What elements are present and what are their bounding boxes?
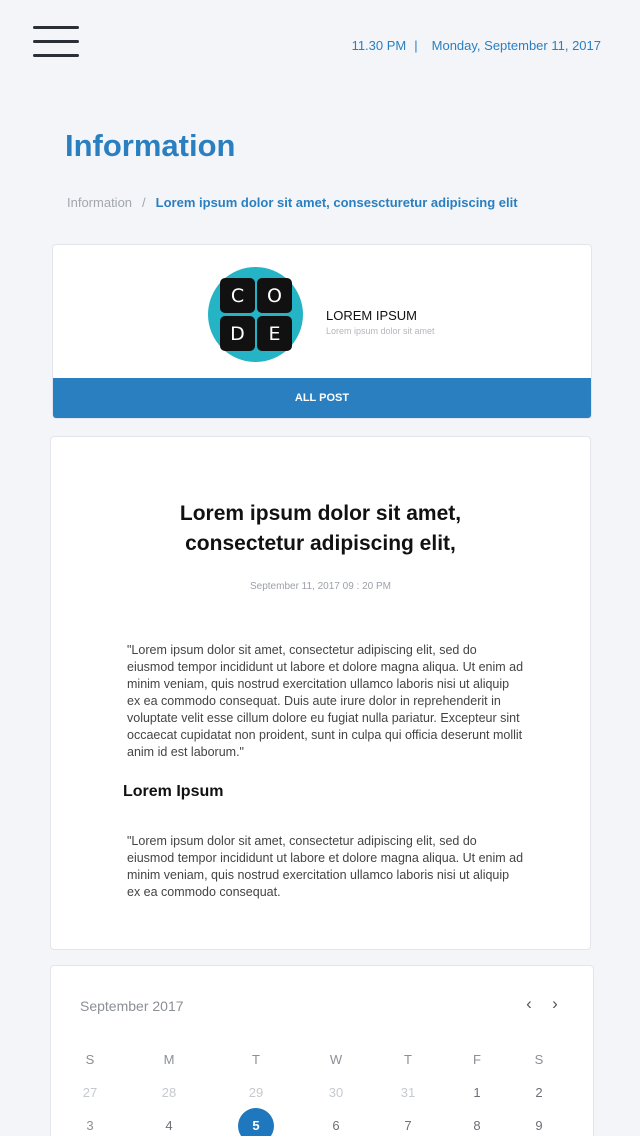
calendar-day[interactable]: 8 — [457, 1118, 497, 1133]
profile-subtitle: Lorem ipsum dolor sit amet — [326, 326, 435, 336]
weekday-label: W — [329, 1052, 343, 1067]
article-date: September 11, 2017 09 : 20 PM — [249, 581, 391, 592]
calendar-day[interactable]: 1 — [457, 1085, 497, 1100]
calendar-week-row: 3 4 5 6 7 8 9 — [51, 1108, 593, 1136]
breadcrumb-root-link[interactable]: Information — [67, 195, 132, 210]
calendar-day[interactable]: 29 — [236, 1085, 276, 1100]
weekday-label: T — [252, 1052, 260, 1067]
hamburger-icon-bar — [33, 26, 79, 29]
calendar-day[interactable]: 28 — [149, 1085, 189, 1100]
calendar-day[interactable]: 27 — [70, 1085, 110, 1100]
breadcrumb: Information / Lorem ipsum dolor sit amet… — [67, 195, 518, 210]
header-date: Monday, September 11, 2017 — [431, 38, 601, 53]
profile-name: LOREM IPSUM — [326, 308, 418, 323]
header-datetime: 11.30 PM | Monday, September 11, 2017 — [352, 38, 601, 53]
profile-card: C O D E LOREM IPSUM Lorem ipsum dolor si… — [52, 244, 592, 419]
all-post-button[interactable]: ALL POST — [53, 378, 591, 418]
calendar-day[interactable]: 2 — [519, 1085, 559, 1100]
article-subheading: Lorem Ipsum — [123, 783, 224, 800]
article-paragraph: "Lorem ipsum dolor sit amet, consectetur… — [127, 834, 524, 899]
menu-button[interactable] — [33, 25, 79, 59]
calendar-day[interactable]: 6 — [316, 1118, 356, 1133]
article-paragraph: "Lorem ipsum dolor sit amet, consectetur… — [127, 643, 524, 759]
calendar-day[interactable]: 9 — [519, 1118, 559, 1133]
article-title-line: consectetur adipiscing elit, — [185, 532, 456, 555]
header-separator: | — [414, 38, 418, 53]
calendar-day[interactable]: 31 — [388, 1085, 428, 1100]
calendar-day[interactable]: 4 — [149, 1118, 189, 1133]
calendar-day[interactable]: 30 — [316, 1085, 356, 1100]
calendar-month-label: September 2017 — [80, 998, 184, 1014]
breadcrumb-current: Lorem ipsum dolor sit amet, consescturet… — [155, 195, 518, 210]
logo-letter: E — [257, 316, 292, 351]
chevron-right-icon[interactable]: › — [546, 994, 564, 1014]
logo-letter: C — [220, 278, 255, 313]
hamburger-icon-bar — [33, 40, 79, 43]
weekday-label: S — [85, 1052, 95, 1067]
chevron-left-icon[interactable]: ‹ — [520, 994, 538, 1014]
article-title: Lorem ipsum dolor sit amet, consectetur … — [51, 499, 590, 559]
code-logo: C O D E — [208, 267, 303, 362]
calendar-day-selected[interactable]: 5 — [238, 1108, 274, 1136]
article-title-line: Lorem ipsum dolor sit amet, — [179, 502, 462, 525]
weekday-label: T — [404, 1052, 412, 1067]
calendar-widget: September 2017 ‹ › S M T W T F S 27 28 2… — [50, 965, 594, 1136]
breadcrumb-separator: / — [142, 195, 146, 210]
weekday-label: M — [163, 1052, 175, 1067]
calendar-week-row: 27 28 29 30 31 1 2 — [51, 1085, 593, 1105]
article-card: Lorem ipsum dolor sit amet, consectetur … — [50, 436, 591, 950]
hamburger-icon-bar — [33, 54, 79, 57]
page-title: Information — [65, 128, 236, 163]
logo-letter: D — [220, 316, 255, 351]
weekday-label: F — [473, 1052, 481, 1067]
calendar-day[interactable]: 3 — [70, 1118, 110, 1133]
calendar-day[interactable]: 7 — [388, 1118, 428, 1133]
weekday-label: S — [534, 1052, 544, 1067]
header-time: 11.30 PM — [351, 38, 407, 53]
calendar-weekday-row: S M T W T F S — [51, 1052, 593, 1072]
logo-letter: O — [257, 278, 292, 313]
